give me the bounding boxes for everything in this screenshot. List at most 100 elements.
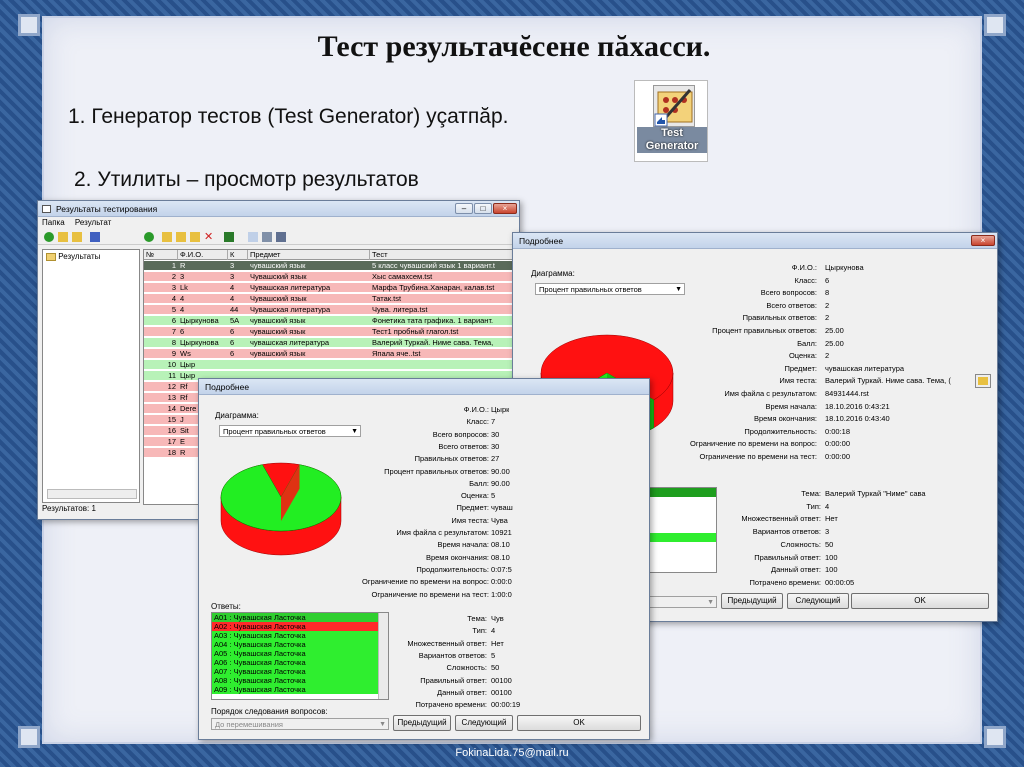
table-cell: 4 <box>180 294 185 303</box>
field-label: Имя теста: <box>451 515 489 525</box>
tree-item-results[interactable]: Результаты <box>43 250 139 263</box>
table-cell: 16 <box>167 426 176 435</box>
menu-result[interactable]: Результат <box>75 218 111 227</box>
field-value: 25.00 <box>825 326 844 335</box>
question-field-value: 50 <box>825 539 834 549</box>
table-row[interactable]: 1 R 3 чувашский язык 5 класс чувашский язык … <box>144 261 516 271</box>
table-row[interactable]: 10 Цыр <box>144 360 516 370</box>
folder-open-icon <box>978 377 988 386</box>
view-icon[interactable] <box>248 232 258 242</box>
table-cell: Япала яче..tst <box>372 349 421 358</box>
answer-item[interactable]: А08 : Чувашская Ласточка <box>212 676 388 685</box>
answer-item[interactable]: А04 : Чувашская Ласточка <box>212 640 388 649</box>
table-cell: 2 <box>171 272 176 281</box>
column-header[interactable]: Тест <box>372 250 516 260</box>
table-cell: 11 <box>168 371 176 380</box>
field-label: Правильных ответов: <box>742 313 817 323</box>
folder-edit-icon[interactable] <box>72 232 82 242</box>
print-icon[interactable] <box>262 232 272 242</box>
table-row[interactable]: 8 Цыркунова 6 чувашская литература Валерий Т… <box>144 338 516 348</box>
detail-titlebar[interactable]: Подробнее × <box>513 233 997 249</box>
table-cell: 4 <box>230 283 235 292</box>
table-cell: Цыр <box>180 360 196 369</box>
menu-folder[interactable]: Папка <box>42 218 65 227</box>
move-icon[interactable] <box>190 232 200 242</box>
table-cell: Lk <box>180 283 188 292</box>
ok-button[interactable]: OK <box>517 715 641 731</box>
answer-item[interactable]: А01 : Чувашская Ласточка <box>212 613 388 622</box>
field-label: Ограничение по времени на тест: <box>699 452 817 461</box>
chart-type-select[interactable]: Процент правильных ответов ▼ <box>219 425 361 437</box>
table-row[interactable]: 5 4 44 Чувашская литература Чува. литера.tst <box>144 305 516 315</box>
question-field-label: Правильный ответ: <box>420 675 487 685</box>
chart-type-select[interactable]: Процент правильных ответов ▼ <box>535 283 685 295</box>
next-button[interactable]: Следующий <box>455 715 513 731</box>
table-cell: 4 <box>180 305 185 314</box>
field-label: Процент правильных ответов: <box>712 326 817 335</box>
results-titlebar[interactable]: Результаты тестирования – □ × <box>38 201 519 217</box>
field-value: 18.10.2016 0:43:21 <box>825 401 890 411</box>
field-label: Продолжительность: <box>416 564 489 574</box>
table-row[interactable]: 6 Цыркунова 5А чувашский язык Фонетика тата … <box>144 316 516 326</box>
table-cell <box>372 360 516 370</box>
table-cell: чувашский язык <box>250 327 306 336</box>
column-header[interactable]: Ф.И.О. <box>180 250 228 260</box>
question-field-value: 00:00:19 <box>491 700 521 710</box>
answers-scrollbar[interactable] <box>378 613 388 699</box>
field-label: Оценка: <box>460 491 489 501</box>
field-value: 5 <box>491 491 496 501</box>
table-cell: чувашская литература <box>250 338 330 347</box>
table-cell: 18 <box>167 448 176 457</box>
field-label: Время начала: <box>765 401 817 411</box>
answer-item[interactable]: А03 : Чувашская Ласточка <box>212 631 388 640</box>
settings-icon[interactable] <box>276 232 286 242</box>
open-icon[interactable] <box>162 232 172 242</box>
export-excel-icon[interactable] <box>224 232 234 242</box>
table-cell: 3 <box>171 283 176 292</box>
table-cell: Чувашская литература <box>250 283 331 292</box>
table-cell: 5А <box>230 316 240 325</box>
next-button[interactable]: Следующий <box>787 593 849 609</box>
order-select[interactable]: До перемешивания ▼ <box>211 718 389 730</box>
tree-label: Результаты <box>58 252 101 261</box>
tree-icon[interactable] <box>90 232 100 242</box>
refresh-results-icon[interactable] <box>144 232 154 242</box>
maximize-button[interactable]: □ <box>474 203 492 214</box>
field-label: Всего вопросов: <box>432 429 489 439</box>
table-cell: Ws <box>180 349 191 358</box>
column-header[interactable]: № <box>146 250 178 260</box>
refresh-icon[interactable] <box>44 232 54 242</box>
table-cell: 3 <box>230 261 235 270</box>
table-row[interactable]: 9 Ws 6 чувашский язык Япала яче..tst <box>144 349 516 359</box>
test-generator-icon <box>653 85 695 127</box>
answer-item[interactable]: А05 : Чувашская Ласточка <box>212 649 388 658</box>
chart-label: Диаграмма: <box>215 411 259 420</box>
folder-tree: Результаты <box>42 249 140 503</box>
table-row[interactable]: 4 4 4 Чувашский язык Татак.tst <box>144 294 516 304</box>
table-row[interactable]: 3 Lk 4 Чувашская литература Марфа Трубина.Ха… <box>144 283 516 293</box>
ok-button[interactable]: OK <box>851 593 989 609</box>
previous-button[interactable]: Предыдущий <box>721 593 783 609</box>
folder-add-icon[interactable] <box>58 232 68 242</box>
table-row[interactable]: 7 6 6 чувашский язык Тест1 пробный глагол.ts… <box>144 327 516 337</box>
open-file-button[interactable] <box>975 374 991 389</box>
delete-icon[interactable]: ✕ <box>204 232 214 243</box>
copy-icon[interactable] <box>176 232 186 242</box>
column-header[interactable]: К <box>230 250 248 260</box>
question-field-label: Данный ответ: <box>437 687 487 697</box>
answer-item[interactable]: А09 : Чувашская Ласточка <box>212 685 388 694</box>
chart-type-value: Процент правильных ответов <box>223 427 326 436</box>
test-generator-shortcut-icon[interactable]: Test Generator <box>634 80 708 162</box>
detail-titlebar[interactable]: Подробнее <box>199 379 649 395</box>
minimize-button[interactable]: – <box>455 203 473 214</box>
column-header[interactable]: Предмет <box>250 250 370 260</box>
field-value: Валерий Туркай. Ниме сава. Тема, ( <box>825 376 951 386</box>
answer-item[interactable]: А07 : Чувашская Ласточка <box>212 667 388 676</box>
tree-hscrollbar[interactable] <box>47 489 137 499</box>
close-button[interactable]: × <box>493 203 517 214</box>
previous-button[interactable]: Предыдущий <box>393 715 451 731</box>
table-row[interactable]: 2 3 3 Чувашский язык Хыс самахсем.tst <box>144 272 516 282</box>
answer-item[interactable]: А06 : Чувашская Ласточка <box>212 658 388 667</box>
answer-item[interactable]: А02 : Чувашская Ласточка <box>212 622 388 631</box>
close-button[interactable]: × <box>971 235 995 246</box>
